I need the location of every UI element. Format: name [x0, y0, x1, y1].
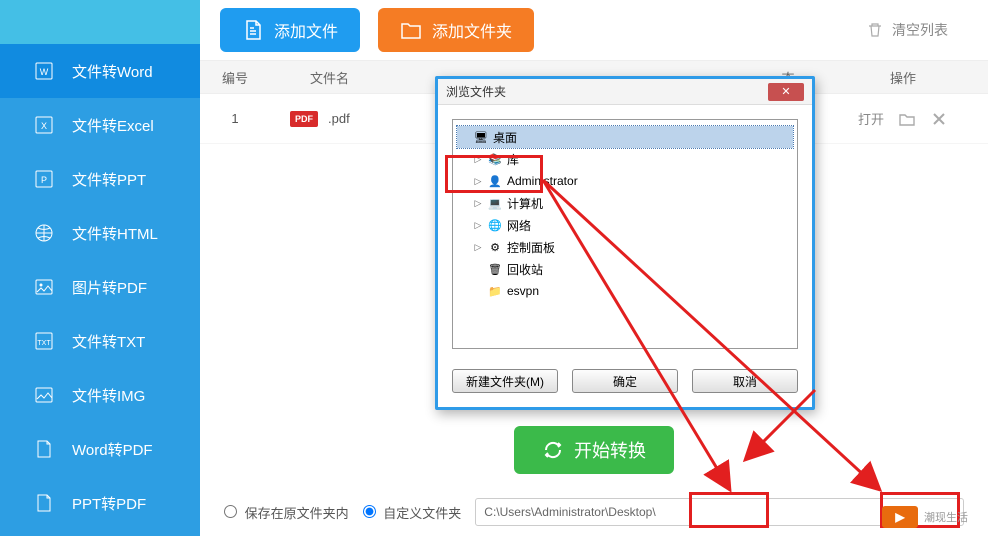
- add-file-button[interactable]: 添加文件: [220, 8, 360, 52]
- sidebar-label: 文件转PPT: [72, 169, 146, 190]
- sidebar-label: 图片转PDF: [72, 277, 147, 298]
- watermark: ▶ 潮现生活: [882, 506, 968, 528]
- img-icon: [32, 383, 56, 407]
- browse-folder-dialog: 浏览文件夹 ✕ 🖥桌面▷📚库▷👤Administrator▷💻计算机▷🌐网络▷⚙…: [435, 76, 815, 410]
- tree-item[interactable]: ▷🌐网络: [457, 214, 793, 236]
- trash-icon: [866, 21, 884, 39]
- sidebar: W 文件转Word X 文件转Excel P 文件转PPT 文件转HTML 图片…: [0, 0, 200, 536]
- watermark-text: 潮现生活: [924, 509, 968, 525]
- svg-text:X: X: [41, 121, 47, 131]
- sidebar-label: 文件转Excel: [72, 115, 154, 136]
- sidebar-item-word[interactable]: W 文件转Word: [0, 44, 200, 98]
- sidebar-item-txt[interactable]: TXT 文件转TXT: [0, 314, 200, 368]
- excel-icon: X: [32, 113, 56, 137]
- pdf-icon: [32, 437, 56, 461]
- tree-item[interactable]: 🖥桌面: [457, 126, 793, 148]
- image-icon: [32, 275, 56, 299]
- sidebar-label: 文件转Word: [72, 61, 153, 82]
- new-folder-button[interactable]: 新建文件夹(M): [452, 369, 558, 393]
- tree-item[interactable]: 🗑回收站: [457, 258, 793, 280]
- dialog-titlebar[interactable]: 浏览文件夹 ✕: [438, 79, 812, 105]
- open-link[interactable]: 打开: [858, 109, 884, 128]
- refresh-icon: [542, 439, 564, 461]
- sidebar-item-img[interactable]: 文件转IMG: [0, 368, 200, 422]
- sidebar-item-html[interactable]: 文件转HTML: [0, 206, 200, 260]
- col-header-num: 编号: [200, 68, 270, 87]
- sidebar-item-excel[interactable]: X 文件转Excel: [0, 98, 200, 152]
- tree-item[interactable]: ▷📚库: [457, 148, 793, 170]
- pdf-icon: [32, 491, 56, 515]
- close-icon[interactable]: ✕: [768, 83, 804, 101]
- tree-item[interactable]: ▷👤Administrator: [457, 170, 793, 192]
- tree-item[interactable]: ▷💻计算机: [457, 192, 793, 214]
- html-icon: [32, 221, 56, 245]
- start-convert-button[interactable]: 开始转换: [514, 426, 674, 474]
- footer: 保存在原文件夹内 自定义文件夹: [200, 488, 988, 536]
- add-folder-button[interactable]: 添加文件夹: [378, 8, 534, 52]
- cancel-button[interactable]: 取消: [692, 369, 798, 393]
- toolbar: 添加文件 添加文件夹 清空列表: [200, 0, 988, 60]
- clear-list-button[interactable]: 清空列表: [866, 20, 948, 40]
- tree-item[interactable]: ▷⚙控制面板: [457, 236, 793, 258]
- folder-icon: [400, 19, 422, 41]
- file-icon: [242, 19, 264, 41]
- txt-icon: TXT: [32, 329, 56, 353]
- dialog-title: 浏览文件夹: [446, 83, 506, 100]
- ppt-icon: P: [32, 167, 56, 191]
- sidebar-label: 文件转HTML: [72, 223, 158, 244]
- remove-icon[interactable]: [930, 110, 948, 128]
- sidebar-label: PPT转PDF: [72, 493, 146, 514]
- sidebar-item-imgpdf[interactable]: 图片转PDF: [0, 260, 200, 314]
- open-folder-icon[interactable]: [898, 110, 916, 128]
- sidebar-header: [0, 0, 200, 44]
- sidebar-label: 文件转IMG: [72, 385, 145, 406]
- sidebar-label: Word转PDF: [72, 439, 153, 460]
- ok-button[interactable]: 确定: [572, 369, 678, 393]
- sidebar-item-wordpdf[interactable]: Word转PDF: [0, 422, 200, 476]
- row-ops: 打开: [818, 109, 988, 128]
- tree-item[interactable]: 📁esvpn: [457, 280, 793, 302]
- svg-text:W: W: [40, 67, 49, 77]
- watermark-logo: ▶: [882, 506, 918, 528]
- word-icon: W: [32, 59, 56, 83]
- save-original-radio[interactable]: 保存在原文件夹内: [224, 503, 349, 522]
- folder-tree[interactable]: 🖥桌面▷📚库▷👤Administrator▷💻计算机▷🌐网络▷⚙控制面板🗑回收站…: [452, 119, 798, 349]
- convert-area: 开始转换: [200, 402, 988, 488]
- sidebar-label: 文件转TXT: [72, 331, 145, 352]
- row-num: 1: [200, 111, 270, 126]
- pdf-badge: PDF: [290, 111, 318, 127]
- file-name: .pdf: [328, 111, 350, 126]
- svg-text:P: P: [41, 175, 47, 185]
- col-header-ops: 操作: [818, 68, 988, 87]
- sidebar-item-ppt[interactable]: P 文件转PPT: [0, 152, 200, 206]
- custom-folder-radio[interactable]: 自定义文件夹: [363, 503, 462, 522]
- svg-text:TXT: TXT: [37, 340, 51, 347]
- sidebar-item-pptpdf[interactable]: PPT转PDF: [0, 476, 200, 530]
